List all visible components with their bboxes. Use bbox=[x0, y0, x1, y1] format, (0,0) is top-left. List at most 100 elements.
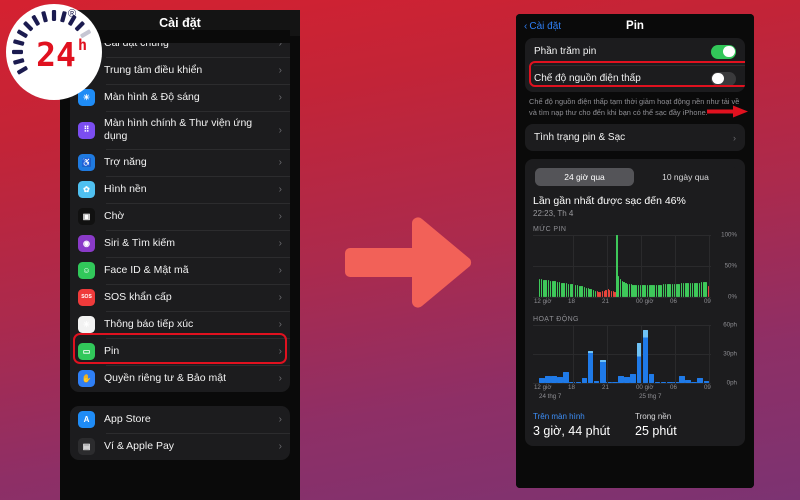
chevron-right-icon: › bbox=[278, 292, 282, 303]
chevron-right-icon: › bbox=[733, 132, 736, 143]
chevron-right-icon: › bbox=[278, 373, 282, 384]
x-axis-sublabel: 24 thg 7 bbox=[539, 393, 562, 401]
app-store-icon: A bbox=[78, 411, 95, 428]
sidebar-item-pin[interactable]: ▭ Pin › bbox=[70, 333, 290, 365]
sidebar-item-sos-kh-n-c-p[interactable]: SOS SOS khẩn cấp › bbox=[70, 284, 290, 311]
x-axis-label: 00 giờ bbox=[635, 384, 654, 392]
sidebar-item-trung-t-m-i-u-khi-n[interactable]: ◫Trung tâm điều khiển› bbox=[70, 57, 290, 84]
logo-tick bbox=[41, 11, 48, 23]
sidebar-item-quy-n-ri-ng-t-b-o-m-t[interactable]: ✋ Quyền riêng tư & Bảo mật › bbox=[70, 365, 290, 392]
sidebar-item-tr-n-ng[interactable]: ♿ Trợ năng › bbox=[70, 149, 290, 176]
y-axis-label: 50% bbox=[724, 262, 737, 270]
sos-icon: SOS bbox=[78, 289, 95, 306]
battery-percentage-toggle[interactable] bbox=[711, 44, 736, 59]
chart-bar bbox=[618, 375, 624, 384]
segment-24h[interactable]: 24 giờ qua bbox=[535, 168, 634, 187]
toggle-knob bbox=[723, 45, 735, 58]
x-grid-line bbox=[640, 235, 642, 298]
row-low-power-mode[interactable]: Chế độ nguồn điện thấp bbox=[525, 61, 745, 92]
usage-stats: Trên màn hình 3 giờ, 44 phút Trong nền 25 p… bbox=[533, 412, 737, 446]
standby-icon: ▣ bbox=[78, 208, 95, 225]
chart-bar bbox=[682, 283, 685, 298]
battery-toggles-group: Phần trăm pin Chế độ nguồn điện thấp bbox=[525, 38, 745, 92]
x-axis-label: 06 bbox=[670, 384, 677, 392]
chart-bar bbox=[628, 284, 631, 298]
low-power-mode-toggle[interactable] bbox=[711, 71, 736, 86]
sidebar-item-label: Quyền riêng tư & Bảo mật bbox=[104, 372, 227, 385]
chevron-right-icon: › bbox=[278, 414, 282, 425]
chevron-right-icon: › bbox=[278, 92, 282, 103]
logo-tick bbox=[51, 10, 57, 21]
sidebar-item-label: Siri & Tìm kiếm bbox=[104, 237, 175, 250]
sidebar-item-app-store[interactable]: A App Store › bbox=[70, 406, 290, 433]
sidebar-item-siri-t-m-ki-m[interactable]: ◉ Siri & Tìm kiếm › bbox=[70, 230, 290, 257]
sidebar-item-label: Pin bbox=[104, 345, 120, 358]
registered-mark: ® bbox=[68, 8, 77, 20]
battery-health-label: Tình trạng pin & Sạc bbox=[534, 132, 626, 144]
x-axis-label: 09 bbox=[703, 384, 711, 392]
sidebar-item-ch[interactable]: ▣ Chờ › bbox=[70, 203, 290, 230]
siri-icon: ◉ bbox=[78, 235, 95, 252]
sidebar-item-v-apple-pay[interactable]: ▤ Ví & Apple Pay › bbox=[70, 433, 290, 460]
x-grid-line bbox=[708, 325, 710, 384]
chart-bar bbox=[637, 285, 640, 298]
last-charge-title: Lần gần nhất được sạc đến 46% bbox=[533, 195, 686, 208]
stat-value: 25 phút bbox=[635, 424, 677, 439]
row-battery-percentage[interactable]: Phần trăm pin bbox=[525, 38, 745, 65]
right-arrow-icon bbox=[345, 217, 472, 308]
chevron-right-icon: › bbox=[278, 265, 282, 276]
back-button[interactable]: ‹ Cài đặt bbox=[524, 21, 561, 32]
chevron-right-icon: › bbox=[278, 157, 282, 168]
battery-usage-card: 24 giờ qua 10 ngày qua Lần gần nhất được … bbox=[525, 159, 745, 447]
chevron-right-icon: › bbox=[278, 211, 282, 222]
x-axis-label: 06 bbox=[670, 298, 677, 306]
x-axis-label: 00 giờ bbox=[635, 298, 654, 306]
logo-tick bbox=[13, 58, 25, 65]
x-axis-label: 21 bbox=[602, 298, 609, 306]
low-power-mode-label: Chế độ nguồn điện thấp bbox=[534, 73, 641, 84]
settings-title: Cài đặt bbox=[159, 16, 201, 30]
sidebar-item-th-ng-b-o-ti-p-x-c[interactable]: ✳ Thông báo tiếp xúc › bbox=[70, 311, 290, 338]
battery-percentage-label: Phần trăm pin bbox=[534, 46, 597, 57]
activity-section-label: HOẠT ĐỘNG bbox=[533, 316, 579, 324]
faceid-icon: ☺ bbox=[78, 262, 95, 279]
chart-bar bbox=[563, 371, 569, 384]
sidebar-item-h-nh-n-n[interactable]: ✿ Hình nền › bbox=[70, 176, 290, 203]
chevron-right-icon: › bbox=[278, 184, 282, 195]
chart-bar bbox=[646, 285, 649, 298]
battery-body: Phần trăm pin Chế độ nguồn điện thấp Chế… bbox=[516, 38, 754, 447]
x-axis-label: 12 giờ bbox=[533, 298, 552, 306]
sidebar-item-label: SOS khẩn cấp bbox=[104, 291, 172, 304]
segment-10d[interactable]: 10 ngày qua bbox=[636, 168, 735, 186]
x-grid-line bbox=[607, 235, 608, 298]
wallpaper-icon: ✿ bbox=[78, 181, 95, 198]
chevron-right-icon: › bbox=[278, 319, 282, 330]
battery-header: ‹ Cài đặt Pin bbox=[516, 14, 754, 38]
x-grid-line bbox=[675, 235, 676, 298]
chart-bar bbox=[545, 375, 551, 384]
brand-logo: 24 h bbox=[6, 4, 102, 100]
sidebar-item-m-n-h-nh-s-ng[interactable]: ☀ Màn hình & Độ sáng › bbox=[70, 84, 290, 111]
y-axis-label: 60ph bbox=[723, 321, 737, 329]
x-axis-label: 09 bbox=[703, 298, 711, 306]
sidebar-item-face-id-m-t-m[interactable]: ☺ Face ID & Mật mã › bbox=[70, 257, 290, 284]
toggle-knob bbox=[712, 72, 724, 85]
row-battery-health[interactable]: Tình trạng pin & Sạc › bbox=[525, 124, 745, 151]
chart-bar bbox=[691, 282, 694, 298]
chart-bar bbox=[679, 375, 685, 384]
stat-label: Trên màn hình bbox=[533, 412, 585, 422]
sidebar-item-label: App Store bbox=[104, 413, 151, 426]
time-range-segmented-control[interactable]: 24 giờ qua 10 ngày qua bbox=[533, 166, 737, 189]
stat-value: 3 giờ, 44 phút bbox=[533, 424, 611, 439]
transition-arrow bbox=[345, 215, 475, 310]
accessibility-icon: ♿ bbox=[78, 154, 95, 171]
sidebar-item-m-n-h-nh-ch-nh-th-vi-n-ng-d-ng[interactable]: ⠿ Màn hình chính & Thư viện ứng dụng › bbox=[70, 111, 290, 149]
chart-bar bbox=[587, 350, 594, 384]
battery-level-section-label: MỨC PIN bbox=[533, 226, 567, 234]
x-grid-line bbox=[640, 325, 642, 384]
x-grid-line bbox=[675, 325, 676, 384]
battery-level-chart: 0% 50% 100% bbox=[533, 232, 737, 301]
settings-group: A App Store › ▤ Ví & Apple Pay › bbox=[70, 406, 290, 460]
logo-tick bbox=[23, 21, 34, 32]
chart-bar bbox=[655, 285, 658, 298]
